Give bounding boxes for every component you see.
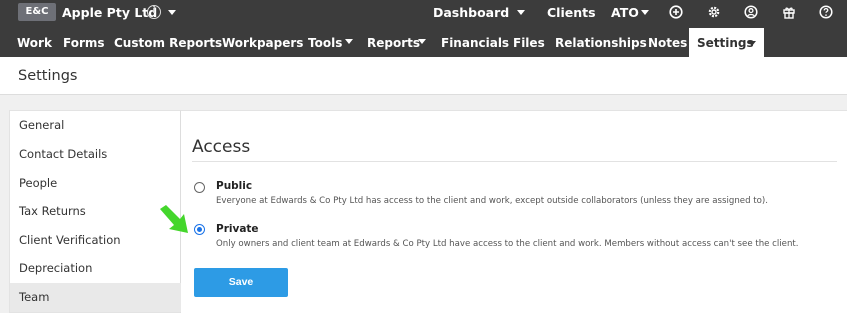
ato-link[interactable]: ATO: [611, 0, 639, 25]
nav-reports[interactable]: Reports: [367, 25, 420, 57]
sidebar-item-general[interactable]: General: [10, 111, 181, 140]
public-option-description: Everyone at Edwards & Co Pty Ltd has acc…: [216, 196, 768, 206]
nav-work[interactable]: Work: [17, 25, 52, 57]
user-circle-icon[interactable]: [744, 5, 758, 19]
nav-tools[interactable]: Tools: [308, 25, 342, 57]
settings-chevron-down-icon[interactable]: [748, 41, 756, 46]
nav-custom-reports[interactable]: Custom Reports: [114, 25, 222, 57]
top-bar: E&C Apple Pty Ltd i Dashboard Clients AT…: [0, 0, 847, 25]
nav-notes[interactable]: Notes: [648, 25, 687, 57]
sidebar-item-team[interactable]: Team: [10, 283, 181, 312]
info-icon[interactable]: i: [147, 5, 161, 19]
nav-settings[interactable]: Settings: [689, 28, 764, 57]
sidebar-item-people[interactable]: People: [10, 169, 181, 198]
nav-forms[interactable]: Forms: [63, 25, 105, 57]
private-radio[interactable]: [194, 224, 205, 235]
annotation-arrow-icon: [160, 205, 188, 233]
help-icon[interactable]: [819, 5, 833, 19]
nav-files[interactable]: Files: [513, 25, 545, 57]
private-option-description: Only owners and client team at Edwards &…: [216, 239, 799, 249]
client-dropdown-chevron-icon[interactable]: [168, 10, 176, 15]
clients-link[interactable]: Clients: [547, 0, 596, 25]
public-option-label[interactable]: Public: [216, 180, 252, 192]
plus-circle-icon[interactable]: [669, 5, 683, 19]
nav-financials[interactable]: Financials: [441, 25, 509, 57]
section-divider: [192, 161, 837, 162]
nav-settings-label: Settings: [697, 36, 754, 50]
nav-relationships[interactable]: Relationships: [555, 25, 647, 57]
gift-icon[interactable]: [782, 5, 796, 19]
client-name[interactable]: Apple Pty Ltd: [62, 0, 157, 25]
page-title: Settings: [18, 68, 78, 84]
page-header: Settings: [0, 57, 847, 95]
public-radio[interactable]: [194, 182, 205, 193]
sidebar-item-tax-returns[interactable]: Tax Returns: [10, 197, 181, 226]
save-button[interactable]: Save: [194, 268, 288, 297]
gear-icon[interactable]: [707, 5, 721, 19]
access-panel: Access Public Everyone at Edwards & Co P…: [181, 110, 847, 313]
ato-chevron-down-icon[interactable]: [641, 10, 649, 15]
section-title: Access: [192, 137, 251, 157]
firm-badge[interactable]: E&C: [18, 3, 56, 21]
dashboard-chevron-down-icon[interactable]: [517, 10, 525, 15]
settings-sidebar: General Contact Details People Tax Retur…: [9, 110, 181, 313]
private-option-label[interactable]: Private: [216, 223, 259, 235]
sidebar-item-depreciation[interactable]: Depreciation: [10, 254, 181, 283]
tools-chevron-down-icon[interactable]: [345, 39, 353, 44]
dashboard-link[interactable]: Dashboard: [433, 0, 509, 25]
sidebar-item-contact-details[interactable]: Contact Details: [10, 140, 181, 169]
nav-workpapers[interactable]: Workpapers: [222, 25, 303, 57]
reports-chevron-down-icon[interactable]: [418, 39, 426, 44]
sidebar-item-client-verification[interactable]: Client Verification: [10, 226, 181, 255]
